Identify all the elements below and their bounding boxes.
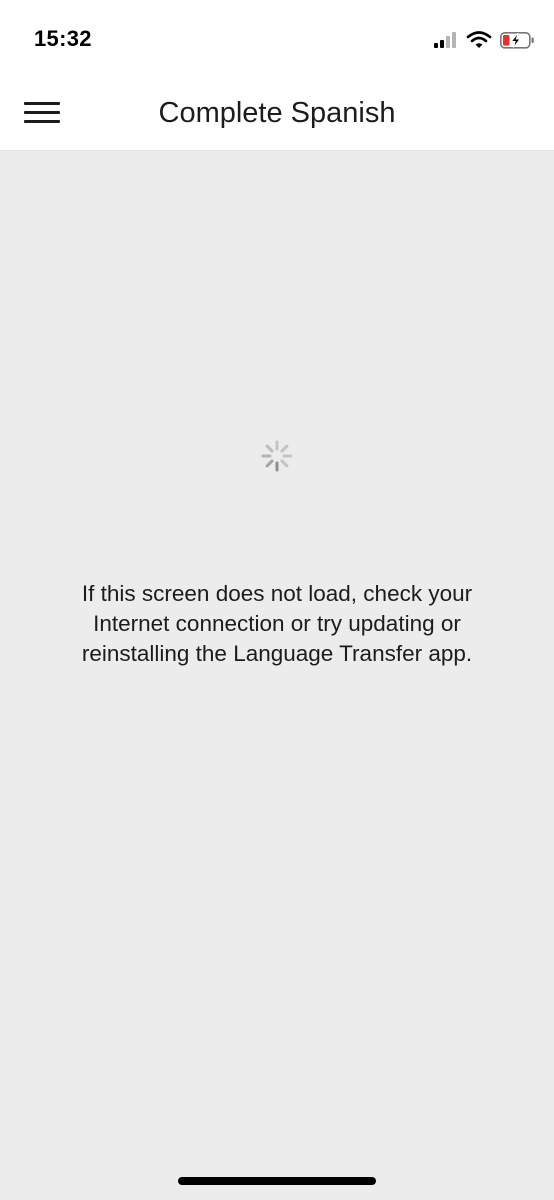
load-message: If this screen does not load, check your… [30,579,524,669]
status-icons [434,30,538,52]
load-message-line: reinstalling the Language Transfer app. [81,641,473,666]
loading-spinner-icon [261,440,293,472]
status-time: 15:32 [34,26,92,51]
hamburger-menu-icon[interactable] [18,94,64,132]
content-area: If this screen does not load, check your… [0,151,554,1200]
battery-charging-icon [500,32,534,49]
load-message-line: Internet connection or try updating or [93,611,461,636]
load-message-line: If this screen does not load, check your [81,581,473,606]
page-title: Complete Spanish [158,97,396,129]
nav-bar: Complete Spanish [0,76,554,151]
status-bar: 15:32 [0,0,554,76]
cellular-signal-icon [434,32,456,48]
home-indicator[interactable] [178,1177,376,1185]
wifi-icon [466,31,492,48]
